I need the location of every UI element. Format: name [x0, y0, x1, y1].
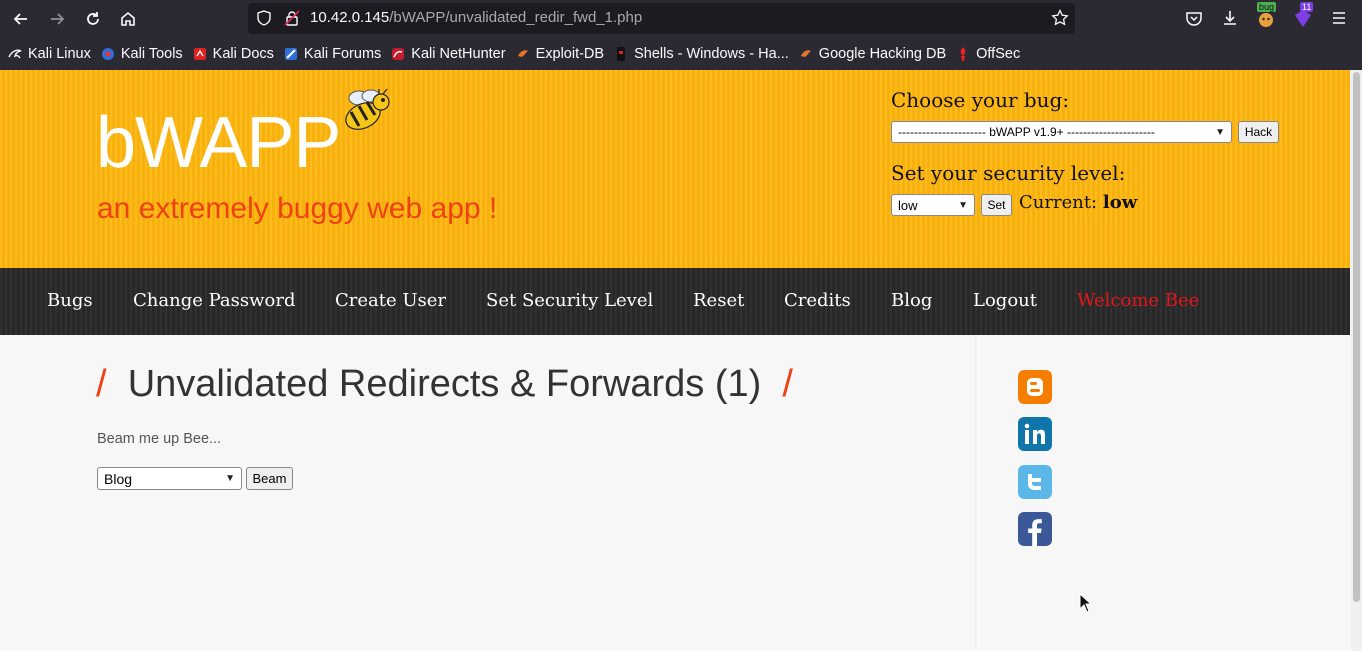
url-path: /bWAPP/unvalidated_redir_fwd_1.php	[389, 9, 643, 26]
security-level-select[interactable]: low ▼	[891, 194, 975, 216]
menu-hamburger-icon[interactable]	[1328, 7, 1350, 29]
tagline: an extremely buggy web app !	[97, 192, 498, 225]
main-menu: Bugs Change Password Create User Set Sec…	[0, 268, 1350, 335]
bookmark-label: Kali NetHunter	[411, 46, 506, 62]
offsec-icon	[956, 47, 970, 61]
insecure-lock-icon[interactable]	[284, 10, 300, 26]
destination-value: Blog	[104, 470, 133, 487]
downloads-icon[interactable]	[1219, 7, 1241, 29]
menu-change-password[interactable]: Change Password	[133, 290, 295, 311]
nethunter-icon	[391, 47, 405, 61]
page-title: / Unvalidated Redirects & Forwards (1) /	[96, 363, 793, 406]
bug-select-value: ---------------------- bWAPP v1.9+ -----…	[898, 125, 1155, 139]
bookmark-label: Exploit-DB	[535, 46, 605, 62]
bookmark-google-hacking-db[interactable]: Google Hacking DB	[799, 46, 946, 62]
mouse-cursor-icon	[1079, 593, 1093, 613]
bookmark-label: Kali Linux	[28, 46, 91, 62]
kali-dragon-icon	[8, 47, 22, 61]
home-icon[interactable]	[115, 6, 141, 32]
bwapp-header: bWAPP an extremely buggy web app ! Choos…	[0, 70, 1350, 268]
intro-text: Beam me up Bee...	[97, 431, 222, 447]
destination-select[interactable]: Blog ▼	[97, 467, 242, 490]
security-level-label: Set your security level:	[891, 161, 1126, 185]
bookmark-label: Google Hacking DB	[818, 46, 947, 62]
kali-docs-icon	[193, 47, 207, 61]
bookmark-kali-nethunter[interactable]: Kali NetHunter	[391, 46, 506, 62]
set-security-button[interactable]: Set	[981, 194, 1012, 216]
choose-bug-label: Choose your bug:	[891, 88, 1070, 112]
linkedin-icon[interactable]	[1018, 417, 1052, 451]
twitter-icon[interactable]	[1018, 465, 1052, 499]
chevron-down-icon: ▼	[225, 473, 235, 484]
kali-tools-icon	[101, 47, 115, 61]
menu-reset[interactable]: Reset	[693, 290, 744, 311]
title-slash-right: /	[782, 363, 793, 405]
facebook-icon[interactable]	[1018, 512, 1052, 546]
bee-icon	[345, 88, 390, 130]
title-slash-left: /	[96, 363, 107, 405]
browser-chrome: 10.42.0.145/bWAPP/unvalidated_redir_fwd_…	[0, 0, 1362, 70]
menu-blog[interactable]: Blog	[891, 290, 932, 311]
bookmark-label: Kali Tools	[120, 46, 183, 62]
page-scrollbar[interactable]	[1351, 70, 1362, 651]
bookmark-shells[interactable]: Shells - Windows - Ha...	[614, 46, 789, 62]
blogger-icon[interactable]	[1018, 370, 1052, 404]
bookmark-kali-tools[interactable]: Kali Tools	[101, 46, 183, 62]
menu-create-user[interactable]: Create User	[335, 290, 446, 311]
menu-logout[interactable]: Logout	[973, 290, 1037, 311]
ghdb-icon	[799, 47, 813, 61]
shells-icon	[614, 47, 628, 61]
hack-button[interactable]: Hack	[1238, 121, 1279, 143]
bookmark-kali-forums[interactable]: Kali Forums	[284, 46, 381, 62]
bookmarks-bar: Kali Linux Kali Tools Kali Docs Kali For…	[0, 40, 1362, 68]
url-host: 10.42.0.145	[310, 9, 390, 26]
current-security: Current: low	[1019, 192, 1137, 213]
bug-badge: bug	[1257, 2, 1277, 12]
bookmark-exploit-db[interactable]: Exploit-DB	[516, 46, 605, 62]
extension-icon[interactable]: 11	[1292, 2, 1314, 29]
scrollbar-thumb[interactable]	[1353, 72, 1360, 602]
bug-extension-icon[interactable]: bug	[1255, 2, 1277, 29]
main-content: / Unvalidated Redirects & Forwards (1) /…	[0, 335, 1350, 651]
url-text[interactable]: 10.42.0.145/bWAPP/unvalidated_redir_fwd_…	[310, 9, 642, 26]
sidebar-divider	[975, 335, 979, 651]
shield-icon[interactable]	[256, 10, 272, 26]
back-icon[interactable]	[8, 6, 34, 32]
chevron-down-icon: ▼	[1215, 126, 1225, 138]
forward-icon[interactable]	[44, 6, 70, 32]
security-level-value: low	[898, 197, 918, 213]
bookmark-offsec[interactable]: OffSec	[956, 46, 1020, 62]
bwapp-logo: bWAPP	[96, 103, 341, 183]
bookmark-label: Kali Docs	[212, 46, 274, 62]
current-label-text: Current:	[1019, 192, 1098, 213]
kali-forums-icon	[284, 47, 298, 61]
beam-button[interactable]: Beam	[246, 467, 293, 490]
title-text: Unvalidated Redirects & Forwards (1)	[127, 363, 762, 405]
bookmark-label: Shells - Windows - Ha...	[634, 46, 789, 62]
current-security-value: low	[1102, 192, 1138, 213]
bookmark-star-icon[interactable]	[1051, 9, 1069, 27]
bookmark-label: Kali Forums	[303, 46, 382, 62]
page: bWAPP an extremely buggy web app ! Choos…	[0, 70, 1350, 651]
menu-credits[interactable]: Credits	[784, 290, 851, 311]
exploit-db-icon	[516, 47, 530, 61]
menu-bugs[interactable]: Bugs	[47, 290, 93, 311]
address-bar[interactable]: 10.42.0.145/bWAPP/unvalidated_redir_fwd_…	[248, 3, 1075, 34]
bookmark-kali-linux[interactable]: Kali Linux	[8, 46, 91, 62]
menu-set-security-level[interactable]: Set Security Level	[486, 290, 653, 311]
bookmark-kali-docs[interactable]: Kali Docs	[193, 46, 274, 62]
reload-icon[interactable]	[80, 6, 106, 32]
pocket-icon[interactable]	[1183, 7, 1205, 29]
menu-welcome: Welcome Bee	[1077, 290, 1200, 311]
bug-select[interactable]: ---------------------- bWAPP v1.9+ -----…	[891, 121, 1232, 143]
extension-badge: 11	[1300, 2, 1314, 12]
bookmark-label: OffSec	[976, 46, 1021, 62]
chevron-down-icon: ▼	[958, 199, 968, 211]
